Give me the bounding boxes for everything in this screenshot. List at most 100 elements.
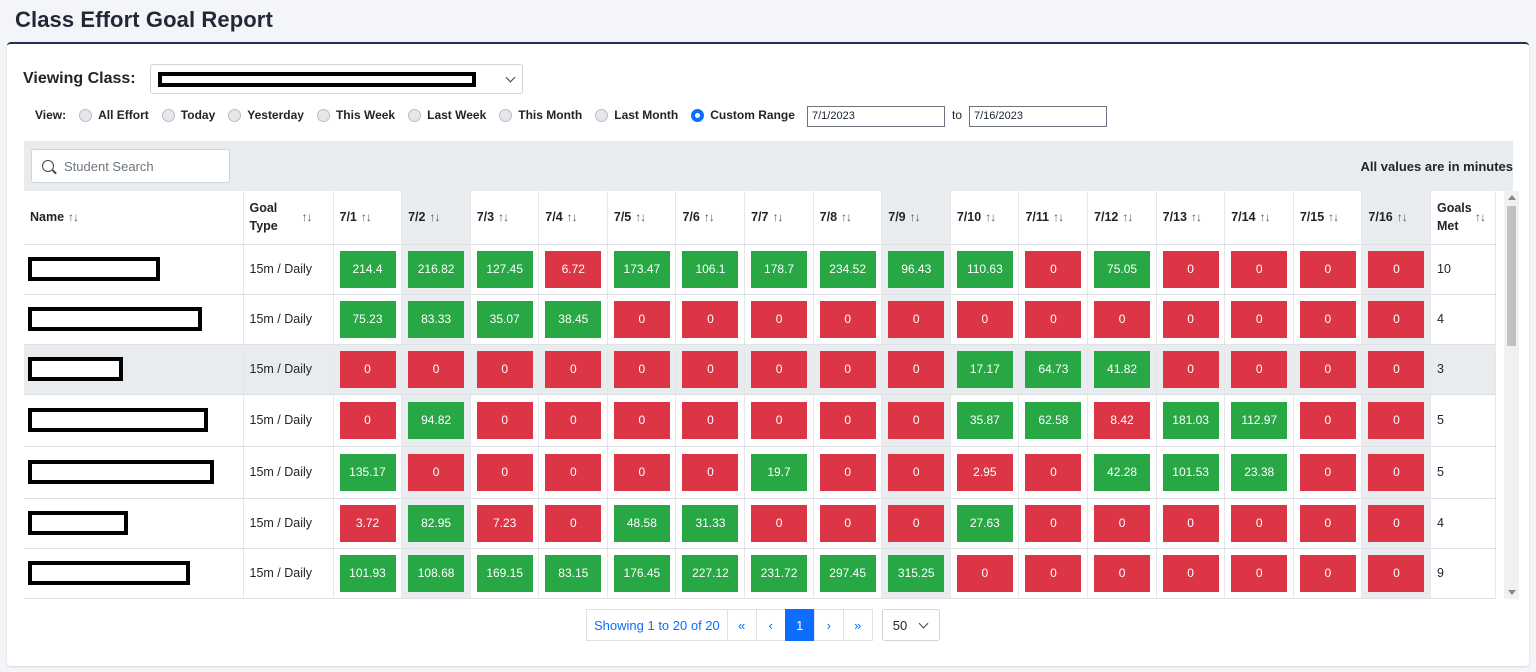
view-option-last-week[interactable]: Last Week xyxy=(408,108,486,122)
view-option-this-month[interactable]: This Month xyxy=(499,108,582,122)
table-row[interactable]: 15m / Daily 0 0 0 0 0 0 0 0 0 17.17 64.73 41.82 0 0 0 0 3 xyxy=(24,344,1496,395)
page-button-current[interactable]: 1 xyxy=(784,609,815,641)
sort-icon[interactable]: ↑↓ xyxy=(1475,210,1486,224)
view-option-this-week[interactable]: This Week xyxy=(316,108,396,122)
sort-icon[interactable]: ↑↓ xyxy=(841,210,852,224)
prev-page-icon[interactable]: ‹ xyxy=(755,609,786,641)
first-page-icon[interactable]: « xyxy=(726,609,757,641)
sort-icon[interactable]: ↑↓ xyxy=(1397,210,1408,224)
view-option-label: This Week xyxy=(335,108,396,122)
effort-cell: 17.17 xyxy=(950,344,1020,395)
view-filter-row: View: All Effort Today Yesterday This Week L… xyxy=(35,108,808,122)
table-row[interactable]: 15m / Daily 75.23 83.33 35.07 38.45 0 0 0 0 0 0 0 0 0… xyxy=(24,294,1496,345)
effort-cell: 0 xyxy=(1293,344,1363,395)
radio-icon[interactable] xyxy=(691,108,705,122)
column-header-date[interactable]: 7/9 ↑↓ xyxy=(881,191,951,245)
sort-icon[interactable]: ↑↓ xyxy=(985,210,996,224)
column-header-date[interactable]: 7/15 ↑↓ xyxy=(1293,191,1363,245)
redacted-student-name xyxy=(28,511,128,535)
column-header-date[interactable]: 7/2 ↑↓ xyxy=(401,191,471,245)
effort-cell: 0 xyxy=(1224,344,1294,395)
sort-icon[interactable]: ↑↓ xyxy=(1191,210,1202,224)
effort-cell: 169.15 xyxy=(470,548,540,599)
effort-value-missed: 0 xyxy=(888,350,945,388)
column-header-date[interactable]: 7/1 ↑↓ xyxy=(333,191,403,245)
effort-cell: 0 xyxy=(1156,548,1226,599)
effort-value-missed: 0 xyxy=(751,401,808,439)
effort-value-missed: 0 xyxy=(1094,554,1151,592)
radio-icon[interactable] xyxy=(595,108,609,122)
view-option-all-effort[interactable]: All Effort xyxy=(79,108,149,122)
view-option-yesterday[interactable]: Yesterday xyxy=(228,108,304,122)
sort-icon[interactable]: ↑↓ xyxy=(1260,210,1271,224)
sort-icon[interactable]: ↑↓ xyxy=(1122,210,1133,224)
sort-icon[interactable]: ↑↓ xyxy=(704,210,715,224)
sort-icon[interactable]: ↑↓ xyxy=(429,210,440,224)
sort-icon[interactable]: ↑↓ xyxy=(910,210,921,224)
column-header-name[interactable]: Name ↑↓ xyxy=(24,191,244,245)
effort-cell: 214.4 xyxy=(333,244,403,295)
start-date-input[interactable]: 7/1/2023 xyxy=(807,106,945,127)
table-scrollbar[interactable] xyxy=(1504,191,1519,599)
effort-cell: 0 xyxy=(607,344,677,395)
page-size-select[interactable]: 50 xyxy=(881,609,940,641)
last-page-icon[interactable]: » xyxy=(842,609,873,641)
sort-icon[interactable]: ↑↓ xyxy=(567,210,578,224)
student-search-input[interactable]: Student Search xyxy=(31,149,230,183)
column-header-date[interactable]: 7/5 ↑↓ xyxy=(607,191,677,245)
column-header-date[interactable]: 7/13 ↑↓ xyxy=(1156,191,1226,245)
column-header-date[interactable]: 7/8 ↑↓ xyxy=(813,191,883,245)
sort-icon[interactable]: ↑↓ xyxy=(635,210,646,224)
view-option-custom-range[interactable]: Custom Range xyxy=(691,108,795,122)
sort-icon[interactable]: ↑↓ xyxy=(68,210,79,224)
column-header-date[interactable]: 7/12 ↑↓ xyxy=(1087,191,1157,245)
sort-icon[interactable]: ↑↓ xyxy=(302,210,313,224)
column-header-date[interactable]: 7/3 ↑↓ xyxy=(470,191,540,245)
effort-value-missed: 0 xyxy=(1368,300,1425,338)
effort-value-missed: 6.72 xyxy=(545,250,602,288)
table-row[interactable]: 15m / Daily 3.72 82.95 7.23 0 48.58 31.33 0 0 0 27… xyxy=(24,498,1496,549)
column-header-date[interactable]: 7/4 ↑↓ xyxy=(538,191,608,245)
sort-icon[interactable]: ↑↓ xyxy=(361,210,372,224)
radio-icon[interactable] xyxy=(499,108,513,122)
column-header-goals-met[interactable]: Goals Met↑↓ xyxy=(1430,191,1496,245)
effort-cell: 0 xyxy=(1361,446,1431,499)
table-row[interactable]: 15m / Daily 135.17 0 0 0 0 0 19.7 0 0 2.95 0 42.28 10… xyxy=(24,446,1496,499)
sort-icon[interactable]: ↑↓ xyxy=(1053,210,1064,224)
view-option-today[interactable]: Today xyxy=(161,108,215,122)
column-header-date[interactable]: 7/10 ↑↓ xyxy=(950,191,1020,245)
column-header-date-label: 7/2 xyxy=(408,210,426,225)
effort-value-missed: 0 xyxy=(819,504,876,542)
radio-icon[interactable] xyxy=(408,108,422,122)
radio-icon[interactable] xyxy=(228,108,242,122)
scroll-thumb[interactable] xyxy=(1507,206,1516,346)
effort-cell: 112.97 xyxy=(1224,394,1294,447)
table-row[interactable]: 15m / Daily 101.93 108.68 169.15 83.15 176.45… xyxy=(24,548,1496,599)
effort-cell: 8.42 xyxy=(1087,394,1157,447)
sort-icon[interactable]: ↑↓ xyxy=(498,210,509,224)
radio-icon[interactable] xyxy=(316,108,330,122)
effort-cell: 0 xyxy=(813,446,883,499)
column-header-goal-type[interactable]: Goal Type ↑↓ xyxy=(243,191,334,245)
scroll-up-icon[interactable] xyxy=(1508,195,1516,200)
redacted-student-name xyxy=(28,408,208,432)
effort-cell: 0 xyxy=(1087,498,1157,549)
column-header-date[interactable]: 7/6 ↑↓ xyxy=(675,191,746,245)
effort-cell: 0 xyxy=(538,498,608,549)
radio-icon[interactable] xyxy=(79,108,93,122)
sort-icon[interactable]: ↑↓ xyxy=(1328,210,1339,224)
class-select[interactable] xyxy=(149,64,523,94)
sort-icon[interactable]: ↑↓ xyxy=(772,210,783,224)
column-header-date[interactable]: 7/14 ↑↓ xyxy=(1224,191,1294,245)
scroll-down-icon[interactable] xyxy=(1508,590,1516,595)
column-header-date[interactable]: 7/16 ↑↓ xyxy=(1361,191,1431,245)
effort-value-missed: 0 xyxy=(1299,554,1356,592)
column-header-date[interactable]: 7/11 ↑↓ xyxy=(1018,191,1089,245)
view-option-last-month[interactable]: Last Month xyxy=(595,108,678,122)
table-row[interactable]: 15m / Daily 0 94.82 0 0 0 0 0 0 0 35.87 62.58 8.42 18… xyxy=(24,394,1496,447)
radio-icon[interactable] xyxy=(161,108,175,122)
table-row[interactable]: 15m / Daily 214.4 216.82 127.45 6.72 173.47 10… xyxy=(24,244,1496,295)
end-date-input[interactable]: 7/16/2023 xyxy=(969,106,1107,127)
next-page-icon[interactable]: › xyxy=(813,609,844,641)
column-header-date[interactable]: 7/7 ↑↓ xyxy=(744,191,814,245)
